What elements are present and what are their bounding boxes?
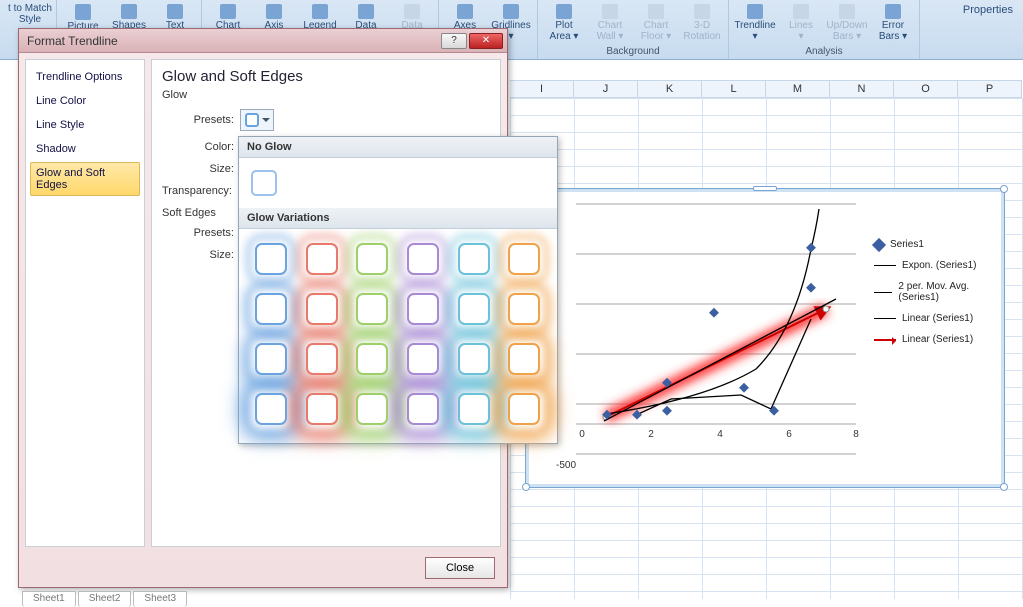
no-glow-option[interactable]	[251, 170, 277, 196]
col-O[interactable]: O	[894, 80, 958, 98]
col-I[interactable]: I	[510, 80, 574, 98]
legend-line-icon	[874, 292, 892, 293]
cat-trendline-options[interactable]: Trendline Options	[30, 66, 140, 88]
label-size: Size:	[162, 163, 234, 175]
glow-variation[interactable]	[508, 393, 540, 425]
panel-heading: Glow and Soft Edges	[162, 68, 490, 85]
label-presets: Presets:	[162, 114, 234, 126]
label-transparency: Transparency:	[162, 185, 248, 197]
label-color: Color:	[162, 141, 234, 153]
glow-variation[interactable]	[306, 293, 338, 325]
svg-text:-500: -500	[556, 460, 576, 471]
svg-text:8: 8	[853, 429, 859, 440]
legend-marker-icon	[872, 237, 886, 251]
ribbon-trendline[interactable]: Trendline ▾	[733, 2, 777, 42]
glow-variation[interactable]	[306, 243, 338, 275]
sheet-tab[interactable]: Sheet1	[22, 591, 76, 607]
cat-shadow[interactable]: Shadow	[30, 138, 140, 160]
glow-variation[interactable]	[306, 343, 338, 375]
dialog-title: Format Trendline	[27, 34, 118, 48]
col-P[interactable]: P	[958, 80, 1022, 98]
glow-variation[interactable]	[508, 343, 540, 375]
glow-variation[interactable]	[458, 243, 490, 275]
glow-variation[interactable]	[407, 293, 439, 325]
glow-variation[interactable]	[458, 293, 490, 325]
glow-variation[interactable]	[407, 393, 439, 425]
ribbon-plot-area[interactable]: Plot Area ▾	[542, 2, 586, 42]
glow-variation[interactable]	[356, 293, 388, 325]
glow-variation[interactable]	[306, 393, 338, 425]
glow-variation[interactable]	[458, 393, 490, 425]
resize-handle[interactable]	[1000, 483, 1008, 491]
legend-line-icon	[874, 265, 896, 266]
embedded-chart[interactable]: 0 2 4 6 8 -500 Series1 Expon. (Series1) 2 pe…	[525, 188, 1005, 488]
resize-handle[interactable]	[522, 483, 530, 491]
glow-presets-dropdown[interactable]	[240, 109, 274, 131]
svg-text:2: 2	[648, 429, 654, 440]
legend-label: Series1	[890, 239, 924, 250]
resize-handle[interactable]	[1000, 185, 1008, 193]
cat-line-color[interactable]: Line Color	[30, 90, 140, 112]
ribbon-updown-bars: Up/Down Bars ▾	[825, 2, 869, 42]
section-glow: Glow	[162, 89, 490, 101]
ribbon-group-analysis: Analysis	[805, 46, 842, 57]
col-N[interactable]: N	[830, 80, 894, 98]
glow-presets-panel: No Glow Glow Variations	[238, 136, 558, 444]
glow-variation[interactable]	[407, 343, 439, 375]
sheet-tab[interactable]: Sheet3	[133, 591, 187, 607]
ribbon-chart-wall: Chart Wall ▾	[588, 2, 632, 42]
category-panel: Trendline Options Line Color Line Style …	[25, 59, 145, 547]
sheet-tabs: Sheet1 Sheet2 Sheet3	[22, 591, 187, 607]
ribbon-error-bars[interactable]: Error Bars ▾	[871, 2, 915, 42]
glow-variation[interactable]	[255, 343, 287, 375]
cat-glow-soft-edges[interactable]: Glow and Soft Edges	[30, 162, 140, 196]
svg-text:4: 4	[717, 429, 723, 440]
col-K[interactable]: K	[638, 80, 702, 98]
sheet-tab[interactable]: Sheet2	[78, 591, 132, 607]
col-M[interactable]: M	[766, 80, 830, 98]
cat-line-style[interactable]: Line Style	[30, 114, 140, 136]
legend-label: 2 per. Mov. Avg. (Series1)	[898, 281, 994, 303]
ribbon-group-background: Background	[606, 46, 659, 57]
glow-variation[interactable]	[255, 243, 287, 275]
label-size-soft: Size:	[162, 249, 234, 261]
glow-variation[interactable]	[508, 243, 540, 275]
legend-label: Linear (Series1)	[902, 313, 973, 324]
chart-legend[interactable]: Series1 Expon. (Series1) 2 per. Mov. Avg…	[874, 229, 994, 355]
glow-variation[interactable]	[356, 243, 388, 275]
glow-variation[interactable]	[508, 293, 540, 325]
glow-variation[interactable]	[407, 243, 439, 275]
glow-variation[interactable]	[356, 393, 388, 425]
glow-header-variations: Glow Variations	[239, 208, 557, 229]
help-button[interactable]: ?	[441, 33, 467, 49]
dialog-titlebar[interactable]: Format Trendline ? ✕	[19, 29, 507, 53]
glow-variation[interactable]	[255, 393, 287, 425]
label-presets-soft: Presets:	[162, 227, 234, 239]
column-headers: I J K L M N O P	[510, 80, 1023, 98]
legend-label: Linear (Series1)	[902, 334, 973, 345]
ribbon-lines: Lines ▾	[779, 2, 823, 42]
glow-variation[interactable]	[356, 343, 388, 375]
ribbon-chart-floor: Chart Floor ▾	[634, 2, 678, 42]
col-L[interactable]: L	[702, 80, 766, 98]
svg-text:6: 6	[786, 429, 792, 440]
legend-label: Expon. (Series1)	[902, 260, 976, 271]
resize-handle[interactable]	[753, 186, 777, 191]
glow-variation[interactable]	[255, 293, 287, 325]
close-button[interactable]: Close	[425, 557, 495, 579]
ribbon-properties[interactable]: Properties	[963, 0, 1023, 59]
glow-header-noglow: No Glow	[239, 137, 557, 158]
svg-text:0: 0	[579, 429, 585, 440]
ribbon-3d-rotation: 3-D Rotation	[680, 2, 724, 42]
legend-arrow-icon	[874, 339, 896, 341]
legend-line-icon	[874, 318, 896, 319]
col-J[interactable]: J	[574, 80, 638, 98]
glow-variation[interactable]	[458, 343, 490, 375]
close-x-button[interactable]: ✕	[469, 33, 503, 49]
